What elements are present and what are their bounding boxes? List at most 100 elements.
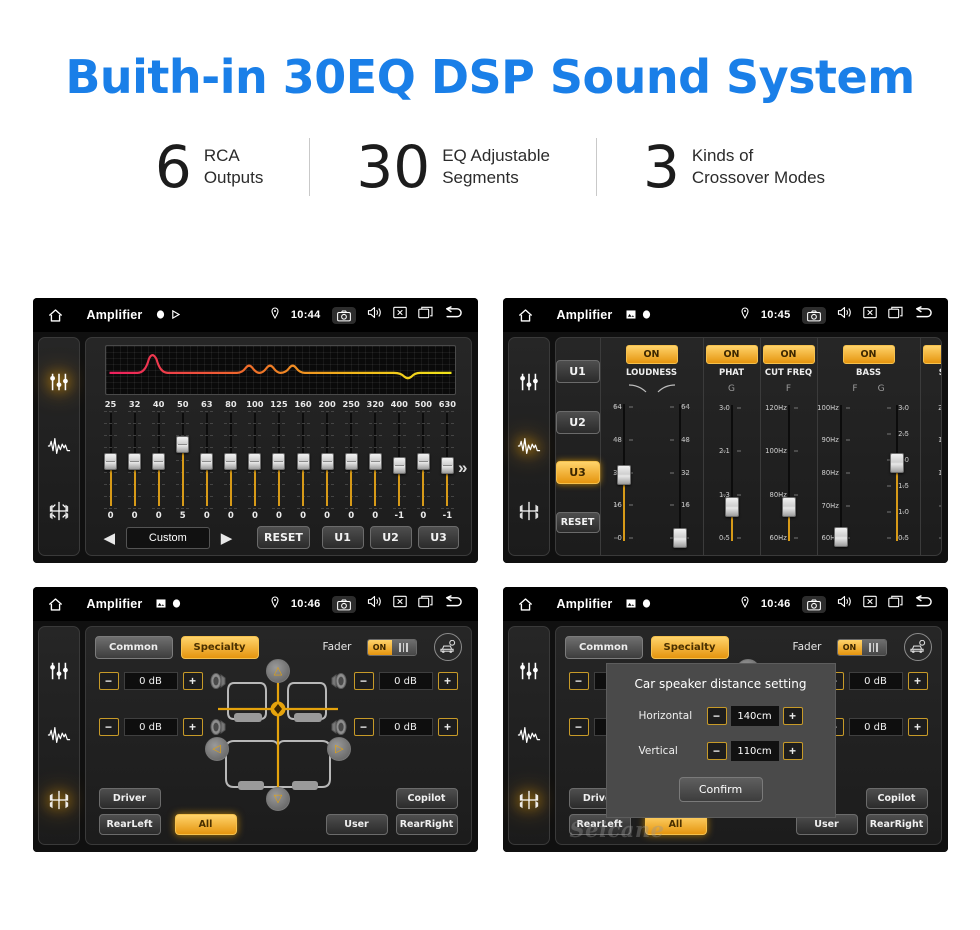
- eq-slider-thumb[interactable]: [416, 453, 430, 471]
- balance-icon[interactable]: [516, 498, 542, 524]
- back-arrow-icon[interactable]: [914, 594, 934, 614]
- eq-slider[interactable]: [344, 411, 358, 509]
- slider-thumb[interactable]: [724, 497, 739, 518]
- preset-name[interactable]: Custom: [126, 526, 210, 549]
- eq-slider-thumb[interactable]: [176, 436, 190, 454]
- volume-icon[interactable]: [837, 306, 852, 324]
- close-box-icon[interactable]: [862, 306, 877, 324]
- nav-right-button[interactable]: ▷: [327, 737, 352, 761]
- user-preset-u1-button[interactable]: U1: [321, 526, 364, 549]
- seat-select-rearleft-button[interactable]: RearLeft: [98, 814, 161, 835]
- eq-slider-thumb[interactable]: [248, 453, 262, 471]
- seat-select-rearright-button[interactable]: RearRight: [865, 814, 928, 835]
- reset-button[interactable]: RESET: [257, 526, 310, 549]
- decrement-button[interactable]: −: [98, 672, 119, 690]
- increment-button[interactable]: +: [907, 718, 928, 736]
- balance-icon[interactable]: [46, 498, 72, 524]
- slider-thumb[interactable]: [781, 497, 796, 518]
- eq-slider-thumb[interactable]: [344, 453, 358, 471]
- recents-icon[interactable]: [417, 595, 433, 613]
- seat-select-copilot-button[interactable]: Copilot: [865, 788, 928, 809]
- eq-slider[interactable]: [296, 411, 310, 509]
- eq-slider-thumb[interactable]: [440, 456, 454, 474]
- increment-button[interactable]: +: [437, 718, 458, 736]
- increment-button[interactable]: +: [182, 718, 203, 736]
- seat-select-copilot-button[interactable]: Copilot: [395, 788, 458, 809]
- nav-up-button[interactable]: △: [266, 659, 290, 683]
- home-icon[interactable]: [513, 597, 539, 612]
- toggle-phat-button[interactable]: ON: [705, 345, 758, 364]
- crossover-slider[interactable]: 100Hz 90Hz 80Hz 70Hz 60Hz: [817, 399, 862, 548]
- preset-next-button[interactable]: ▶: [216, 529, 238, 547]
- recents-icon[interactable]: [417, 306, 433, 324]
- eq-slider[interactable]: [176, 411, 190, 509]
- fader-toggle[interactable]: ON: [366, 638, 417, 656]
- eq-slider-thumb[interactable]: [104, 453, 118, 471]
- crossover-preset-u3-button[interactable]: U3: [555, 461, 600, 485]
- increment-button[interactable]: +: [907, 672, 928, 690]
- waveform-icon[interactable]: [46, 722, 72, 748]
- eq-slider-thumb[interactable]: [368, 453, 382, 471]
- decrement-button[interactable]: −: [98, 718, 119, 736]
- seat-select-user-button[interactable]: User: [325, 814, 388, 835]
- car-seat-diagram[interactable]: [216, 669, 340, 805]
- volume-icon[interactable]: [367, 595, 382, 613]
- close-box-icon[interactable]: [862, 595, 877, 613]
- decrement-button[interactable]: −: [568, 718, 589, 736]
- eq-slider[interactable]: [152, 411, 166, 509]
- crossover-slider[interactable]: 644832160: [659, 398, 701, 549]
- camera-icon[interactable]: [331, 595, 356, 613]
- slider-thumb[interactable]: [616, 465, 631, 486]
- equalizer-icon[interactable]: [516, 658, 542, 684]
- nav-left-button[interactable]: ◁: [204, 737, 229, 761]
- camera-icon[interactable]: [801, 595, 826, 613]
- waveform-icon[interactable]: [46, 433, 72, 459]
- car-settings-icon[interactable]: [903, 633, 932, 661]
- eq-slider-thumb[interactable]: [224, 453, 238, 471]
- preset-prev-button[interactable]: ◀: [99, 529, 121, 547]
- eq-slider-thumb[interactable]: [296, 453, 310, 471]
- home-icon[interactable]: [43, 597, 69, 612]
- back-arrow-icon[interactable]: [444, 305, 464, 325]
- eq-slider[interactable]: [128, 411, 142, 509]
- nav-down-button[interactable]: ▽: [266, 787, 290, 811]
- eq-slider-thumb[interactable]: [152, 453, 166, 471]
- slider-thumb[interactable]: [672, 528, 687, 549]
- crossover-preset-u1-button[interactable]: U1: [555, 359, 600, 383]
- eq-slider-thumb[interactable]: [392, 456, 406, 474]
- crossover-slider[interactable]: 3.02.52.01.51.00.5: [876, 399, 918, 547]
- tab-common[interactable]: Common: [564, 635, 643, 659]
- balance-icon[interactable]: [46, 787, 72, 813]
- crossover-slider[interactable]: 3.02.11.30.5: [711, 399, 753, 547]
- slider-thumb[interactable]: [889, 452, 904, 473]
- decrement-button[interactable]: −: [706, 742, 727, 760]
- volume-icon[interactable]: [837, 595, 852, 613]
- balance-icon[interactable]: [516, 787, 542, 813]
- close-box-icon[interactable]: [392, 595, 407, 613]
- seat-select-all-button[interactable]: All: [174, 814, 237, 835]
- camera-icon[interactable]: [801, 306, 826, 324]
- close-box-icon[interactable]: [392, 306, 407, 324]
- eq-slider-thumb[interactable]: [320, 453, 334, 471]
- eq-slider[interactable]: [416, 411, 430, 509]
- decrement-button[interactable]: −: [706, 707, 727, 725]
- confirm-button[interactable]: Confirm: [678, 777, 763, 802]
- tab-common[interactable]: Common: [94, 635, 173, 659]
- chevron-double-right-icon[interactable]: »: [458, 458, 467, 478]
- eq-slider[interactable]: [224, 411, 238, 509]
- volume-icon[interactable]: [367, 306, 382, 324]
- eq-slider-thumb[interactable]: [200, 453, 214, 471]
- equalizer-icon[interactable]: [516, 369, 542, 395]
- crossover-preset-reset-button[interactable]: RESET: [555, 512, 600, 534]
- user-preset-u3-button[interactable]: U3: [417, 526, 460, 549]
- eq-slider[interactable]: [392, 411, 406, 509]
- eq-slider[interactable]: [248, 411, 262, 509]
- increment-button[interactable]: +: [782, 707, 803, 725]
- equalizer-icon[interactable]: [46, 369, 72, 395]
- eq-slider[interactable]: [272, 411, 286, 509]
- eq-slider[interactable]: [320, 411, 334, 509]
- toggle-sub-button[interactable]: ON: [922, 345, 941, 364]
- tab-specialty[interactable]: Specialty: [180, 635, 259, 659]
- crossover-preset-u2-button[interactable]: U2: [555, 410, 600, 434]
- eq-slider[interactable]: [440, 411, 454, 509]
